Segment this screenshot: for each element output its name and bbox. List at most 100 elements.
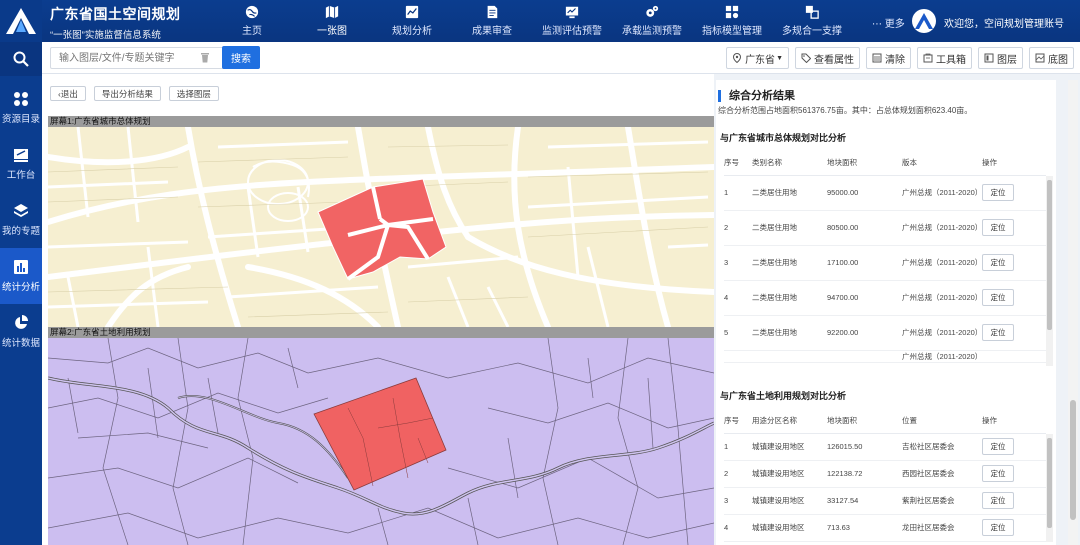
table-header: 地块面积 <box>827 151 902 176</box>
export-results-button[interactable]: 导出分析结果 <box>93 86 161 101</box>
globe-icon <box>245 5 259 19</box>
sidebar-search[interactable] <box>0 42 42 76</box>
exit-button[interactable]: ‹退出 <box>50 86 86 101</box>
location-pin-icon <box>733 53 742 63</box>
layers-icon <box>14 204 28 217</box>
app-logo[interactable] <box>0 0 42 42</box>
nav-label: 主页 <box>242 26 262 37</box>
region-label: 广东省 <box>745 54 776 66</box>
layers-button[interactable]: 图层 <box>978 47 1023 69</box>
table1-scrollbar[interactable] <box>1046 176 1053 366</box>
bar-chart-icon <box>14 260 28 274</box>
nav-label: 承载监测预警 <box>622 26 682 37</box>
avatar[interactable] <box>912 9 936 33</box>
section-city-plan-title: 与广东省城市总体规划对比分析 <box>720 133 847 143</box>
monitor-icon <box>565 6 579 19</box>
table-row: 4 城镇建设用地区 713.63 龙田社区居委会 定位 <box>724 514 1046 542</box>
locate-button[interactable]: 定位 <box>982 438 1014 455</box>
map-icon <box>325 5 339 19</box>
more-label: 更多 <box>884 19 905 30</box>
table-header: 版本 <box>902 151 982 176</box>
table2-scrollbar[interactable] <box>1046 434 1053 542</box>
sidebar-item-my-topics[interactable]: 我的专题 <box>0 192 42 248</box>
sidebar-item-statistics-analysis[interactable]: 统计分析 <box>0 248 42 304</box>
section-land-use-title: 与广东省土地利用规划对比分析 <box>720 391 847 401</box>
sidebar-item-workbench[interactable]: 工作台 <box>0 136 42 192</box>
table-header: 位置 <box>902 409 982 434</box>
sidebar-item-label: 我的专题 <box>1 226 40 237</box>
locate-button[interactable]: 定位 <box>982 289 1014 306</box>
clear-button[interactable]: 清除 <box>866 47 911 69</box>
screen1-label: 屏幕1:广东省城市总体规划 <box>48 116 714 127</box>
locate-button[interactable]: 定位 <box>982 254 1014 271</box>
analysis-actions: ‹退出 导出分析结果 选择图层 <box>50 86 219 101</box>
table-row: 2 城镇建设用地区 122138.72 西园社区居委会 定位 <box>724 460 1046 488</box>
nav-home[interactable]: 主页 <box>212 0 292 42</box>
nav-label: 多规合一支撑 <box>782 26 842 37</box>
land-use-map-canvas <box>48 338 714 545</box>
region-select[interactable]: 广东省 ▼ <box>726 47 789 69</box>
nav-capacity[interactable]: 承载监测预警 <box>612 0 692 42</box>
toolbox-button[interactable]: 工具箱 <box>917 47 972 69</box>
scroll-thumb[interactable] <box>1047 438 1052 528</box>
table-header-row: 序号 类别名称 地块面积 版本 操作 <box>724 151 1046 176</box>
table-header: 操作 <box>982 151 1046 176</box>
tool-label: 底图 <box>1048 54 1068 66</box>
toolbox-icon <box>923 53 933 63</box>
nav-planning-analysis[interactable]: 规划分析 <box>372 0 452 42</box>
locate-button[interactable]: 定位 <box>982 492 1014 509</box>
nav-label: 规划分析 <box>392 26 432 37</box>
city-plan-map-canvas <box>48 127 714 327</box>
trash-icon[interactable] <box>200 52 210 63</box>
sidebar-item-resource-catalog[interactable]: 资源目录 <box>0 80 42 136</box>
table-row: 1 二类居住用地 95000.00 广州总规（2011-2020） 定位 <box>724 175 1046 211</box>
chart-icon <box>405 5 419 19</box>
scroll-thumb[interactable] <box>1070 400 1076 520</box>
desk-icon <box>14 149 28 162</box>
pie-chart-icon <box>15 315 28 329</box>
panel-scrollbar[interactable] <box>1068 80 1078 545</box>
layers-icon <box>805 5 819 19</box>
nav-multi-plan[interactable]: 多规合一支撑 <box>772 0 852 42</box>
select-layer-button[interactable]: 选择图层 <box>168 86 219 101</box>
grid-icon <box>14 92 28 106</box>
nav-map[interactable]: 一张图 <box>292 0 372 42</box>
sidebar-item-statistics-data[interactable]: 统计数据 <box>0 304 42 360</box>
nav-monitoring[interactable]: 监测评估预警 <box>532 0 612 42</box>
locate-button[interactable]: 定位 <box>982 465 1014 482</box>
locate-button[interactable]: 定位 <box>982 324 1014 341</box>
locate-button[interactable]: 定位 <box>982 219 1014 236</box>
toolbar: 搜索 广东省 ▼ 查看属性 清除 工具箱 图层 底图 <box>42 42 1080 74</box>
map-tools: 广东省 ▼ 查看属性 清除 工具箱 图层 底图 <box>726 47 1074 69</box>
app-title: 广东省国土空间规划 <box>50 6 181 22</box>
city-plan-table: 序号 类别名称 地块面积 版本 操作 1 二类居住用地 95000.00 广州总规（2… <box>724 151 1046 363</box>
locate-button[interactable]: 定位 <box>982 519 1014 536</box>
locate-button[interactable]: 定位 <box>982 184 1014 201</box>
view-attributes-button[interactable]: 查看属性 <box>795 47 860 69</box>
logo-icon <box>6 8 36 34</box>
map-workspace: ‹退出 导出分析结果 选择图层 屏幕1:广东省城市总体规划 屏幕2:广东省土地利… <box>42 74 714 545</box>
welcome-text[interactable]: 欢迎您，空间规划管理账号 <box>944 15 1064 30</box>
table-row: 3 二类居住用地 17100.00 广州总规（2011-2020） 定位 <box>724 245 1046 281</box>
nav-label: 指标模型管理 <box>702 26 762 37</box>
search-button[interactable]: 搜索 <box>222 46 260 69</box>
table-header: 操作 <box>982 409 1046 434</box>
table-row: 广州总规（2011-2020） <box>724 350 1046 363</box>
app-subtitle: “一张图”实施监督信息系统 <box>50 30 161 41</box>
basemap-button[interactable]: 底图 <box>1029 47 1074 69</box>
nav-label: 一张图 <box>317 26 347 37</box>
nav-index-model[interactable]: 指标模型管理 <box>692 0 772 42</box>
sidebar-item-label: 工作台 <box>6 170 36 181</box>
city-plan-map[interactable] <box>48 127 714 327</box>
analysis-result-panel: 综合分析结果 综合分析范围占地面积561376.75亩。其中：占总体规划面积62… <box>716 80 1056 545</box>
panel-title: 综合分析结果 <box>718 90 795 102</box>
more-menu[interactable]: ⋯ 更多 <box>872 15 905 30</box>
scroll-thumb[interactable] <box>1047 180 1052 330</box>
layers-icon <box>984 53 994 63</box>
chevron-down-icon: ▼ <box>776 54 783 62</box>
table-row: 5 二类居住用地 92200.00 广州总规（2011-2020） 定位 <box>724 315 1046 351</box>
nav-result-review[interactable]: 成果审查 <box>452 0 532 42</box>
land-use-map[interactable] <box>48 338 714 545</box>
panel-description: 综合分析范围占地面积561376.75亩。其中：占总体规划面积623.40亩。 <box>718 106 973 115</box>
table-header: 序号 <box>724 409 752 434</box>
